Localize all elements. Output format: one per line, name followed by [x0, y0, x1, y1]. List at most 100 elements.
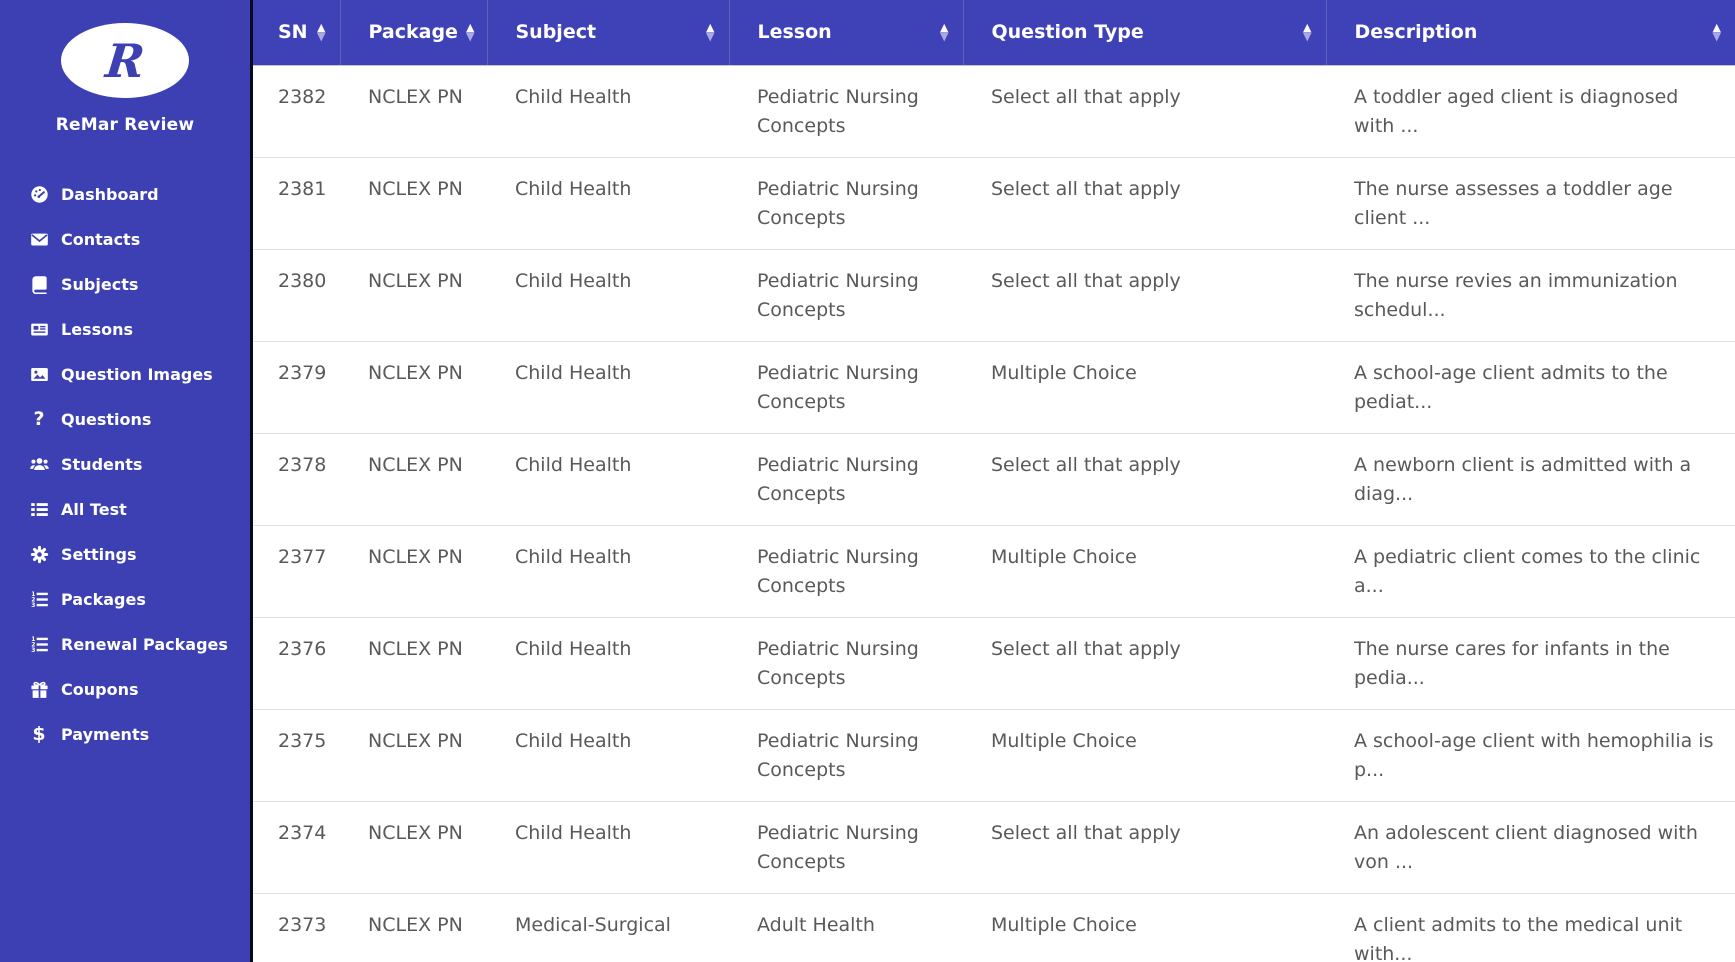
cell-package: NCLEX PN — [340, 893, 487, 962]
cell-sn: 2379 — [253, 341, 340, 434]
cell-description: The nurse cares for infants in the pedia… — [1326, 617, 1735, 710]
column-header-sn[interactable]: SN ▲ ▼ — [253, 0, 341, 66]
sidebar-item-label: Contacts — [61, 230, 141, 249]
sidebar-item-label: Lessons — [61, 320, 133, 339]
cell-subject: Medical-Surgical — [487, 893, 729, 962]
cell-question-type: Multiple Choice — [963, 525, 1326, 618]
cell-description: A school-age client with hemophilia is p… — [1326, 709, 1735, 802]
sidebar-item-label: Questions — [61, 410, 152, 429]
sort-icon: ▲ ▼ — [1303, 21, 1312, 44]
sidebar-item-packages[interactable]: 123 Packages — [0, 577, 250, 622]
cell-question-type: Select all that apply — [963, 65, 1326, 158]
cell-package: NCLEX PN — [340, 341, 487, 434]
cell-lesson: Pediatric Nursing Concepts — [729, 709, 963, 802]
cell-description: The nurse revies an immunization schedul… — [1326, 249, 1735, 342]
cell-lesson: Pediatric Nursing Concepts — [729, 617, 963, 710]
cell-lesson: Adult Health — [729, 893, 963, 962]
sidebar-item-contacts[interactable]: Contacts — [0, 217, 250, 262]
list-icon — [26, 500, 52, 519]
sidebar-item-label: Question Images — [61, 365, 213, 384]
cell-description: A school-age client admits to the pediat… — [1326, 341, 1735, 434]
gear-icon — [26, 545, 52, 564]
cell-question-type: Select all that apply — [963, 617, 1326, 710]
cell-package: NCLEX PN — [340, 525, 487, 618]
cell-package: NCLEX PN — [340, 617, 487, 710]
cell-subject: Child Health — [487, 157, 729, 250]
cell-lesson: Pediatric Nursing Concepts — [729, 801, 963, 894]
sidebar: R ReMar Review Dashboard Contacts Subjec… — [0, 0, 250, 962]
newspaper-icon — [26, 320, 52, 339]
column-header-lesson[interactable]: Lesson ▲ ▼ — [729, 0, 964, 66]
sidebar-item-coupons[interactable]: Coupons — [0, 667, 250, 712]
column-header-description[interactable]: Description ▲ ▼ — [1326, 0, 1735, 66]
sidebar-item-label: Renewal Packages — [61, 635, 228, 654]
svg-text:3: 3 — [31, 602, 35, 609]
cell-description: A client admits to the medical unit with… — [1326, 893, 1735, 962]
table-row: 2378 NCLEX PN Child Health Pediatric Nur… — [253, 433, 1735, 526]
cell-description: The nurse assesses a toddler age client … — [1326, 157, 1735, 250]
sidebar-item-label: Settings — [61, 545, 137, 564]
sidebar-item-label: Dashboard — [61, 185, 159, 204]
sidebar-nav: Dashboard Contacts Subjects Lessons Ques… — [0, 172, 250, 757]
cell-subject: Child Health — [487, 801, 729, 894]
questions-table: SN ▲ ▼ Package ▲ ▼ Subject ▲ ▼ Lesson ▲ ▼ Questi… — [253, 0, 1735, 962]
sidebar-item-students[interactable]: Students — [0, 442, 250, 487]
cell-description: An adolescent client diagnosed with von … — [1326, 801, 1735, 894]
cell-sn: 2375 — [253, 709, 340, 802]
cell-subject: Child Health — [487, 433, 729, 526]
table-header-row: SN ▲ ▼ Package ▲ ▼ Subject ▲ ▼ Lesson ▲ ▼ Questi… — [253, 0, 1735, 66]
cell-package: NCLEX PN — [340, 709, 487, 802]
column-header-package[interactable]: Package ▲ ▼ — [340, 0, 488, 66]
envelope-icon — [26, 230, 52, 249]
sidebar-item-question-images[interactable]: Question Images — [0, 352, 250, 397]
column-header-question-type[interactable]: Question Type ▲ ▼ — [963, 0, 1327, 66]
sidebar-item-payments[interactable]: $ Payments — [0, 712, 250, 757]
table-row: 2373 NCLEX PN Medical-Surgical Adult Hea… — [253, 893, 1735, 962]
sidebar-item-subjects[interactable]: Subjects — [0, 262, 250, 307]
sidebar-item-label: Payments — [61, 725, 150, 744]
cell-sn: 2376 — [253, 617, 340, 710]
ordered-list-icon: 123 — [26, 590, 52, 609]
question-mark-icon: ? — [33, 408, 45, 430]
cell-lesson: Pediatric Nursing Concepts — [729, 249, 963, 342]
sidebar-item-all-test[interactable]: All Test — [0, 487, 250, 532]
gift-icon — [26, 680, 52, 699]
column-header-subject[interactable]: Subject ▲ ▼ — [487, 0, 730, 66]
cell-subject: Child Health — [487, 617, 729, 710]
cell-question-type: Multiple Choice — [963, 893, 1326, 962]
cell-lesson: Pediatric Nursing Concepts — [729, 525, 963, 618]
cell-question-type: Multiple Choice — [963, 341, 1326, 434]
users-icon — [26, 455, 52, 474]
cell-question-type: Multiple Choice — [963, 709, 1326, 802]
cell-sn: 2380 — [253, 249, 340, 342]
sidebar-item-label: All Test — [61, 500, 127, 519]
cell-description: A newborn client is admitted with a diag… — [1326, 433, 1735, 526]
sort-icon: ▲ ▼ — [940, 21, 949, 44]
cell-sn: 2382 — [253, 65, 340, 158]
table-row: 2379 NCLEX PN Child Health Pediatric Nur… — [253, 341, 1735, 434]
sidebar-item-lessons[interactable]: Lessons — [0, 307, 250, 352]
sidebar-item-label: Subjects — [61, 275, 139, 294]
table-row: 2374 NCLEX PN Child Health Pediatric Nur… — [253, 801, 1735, 894]
sidebar-item-dashboard[interactable]: Dashboard — [0, 172, 250, 217]
cell-package: NCLEX PN — [340, 157, 487, 250]
cell-package: NCLEX PN — [340, 433, 487, 526]
cell-question-type: Select all that apply — [963, 157, 1326, 250]
cell-package: NCLEX PN — [340, 801, 487, 894]
sidebar-item-renewal-packages[interactable]: 123 Renewal Packages — [0, 622, 250, 667]
sidebar-item-questions[interactable]: ? Questions — [0, 397, 250, 442]
app: R ReMar Review Dashboard Contacts Subjec… — [0, 0, 1735, 962]
table-row: 2381 NCLEX PN Child Health Pediatric Nur… — [253, 157, 1735, 250]
cell-description: A pediatric client comes to the clinic a… — [1326, 525, 1735, 618]
cell-subject: Child Health — [487, 341, 729, 434]
cell-question-type: Select all that apply — [963, 433, 1326, 526]
sidebar-item-label: Students — [61, 455, 143, 474]
questions-table-panel: SN ▲ ▼ Package ▲ ▼ Subject ▲ ▼ Lesson ▲ ▼ Questi… — [250, 0, 1735, 962]
sidebar-item-settings[interactable]: Settings — [0, 532, 250, 577]
logo-ellipse: R — [61, 23, 189, 98]
book-icon — [26, 275, 52, 294]
cell-lesson: Pediatric Nursing Concepts — [729, 157, 963, 250]
table-row: 2376 NCLEX PN Child Health Pediatric Nur… — [253, 617, 1735, 710]
cell-subject: Child Health — [487, 709, 729, 802]
logo-letter: R — [103, 33, 147, 88]
